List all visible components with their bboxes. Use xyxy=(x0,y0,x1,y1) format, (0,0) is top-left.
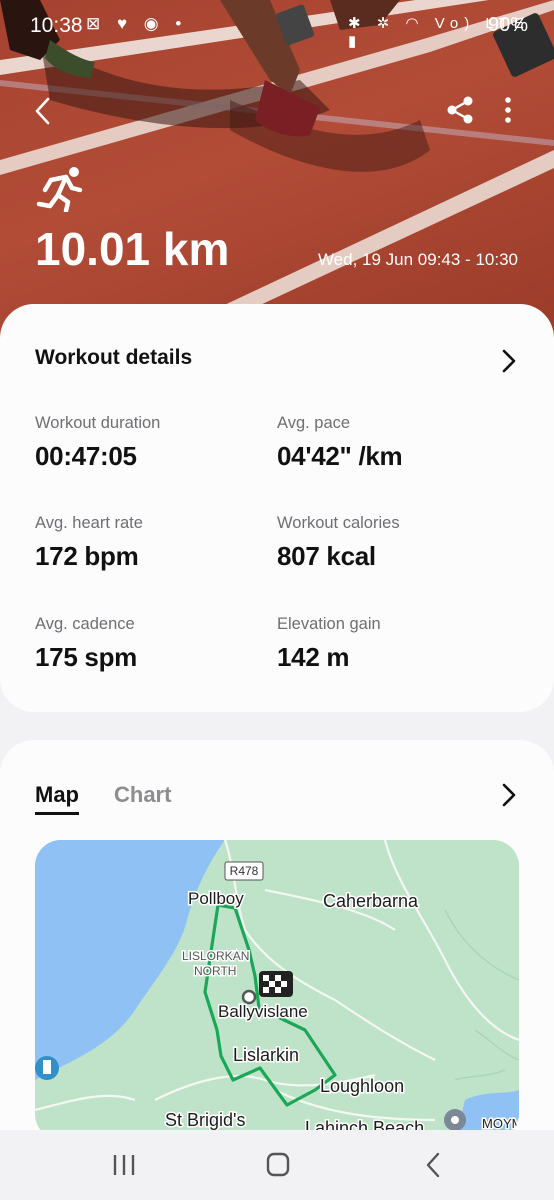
more-vertical-icon xyxy=(505,97,511,123)
stat-value: 175 spm xyxy=(35,642,137,672)
finish-flag-icon xyxy=(259,971,293,997)
home-button[interactable] xyxy=(258,1150,298,1180)
stat-value: 172 bpm xyxy=(35,541,139,571)
share-button[interactable] xyxy=(444,92,478,128)
chevron-right-icon xyxy=(502,349,516,373)
stat-value: 00:47:05 xyxy=(35,441,137,471)
workout-date-time: Wed, 19 Jun 09:43 - 10:30 xyxy=(317,250,518,269)
map-canvas: R478 Pollboy Caherbarna LISLORKAN NORTH … xyxy=(35,840,519,1140)
workout-distance: 10.01 km xyxy=(35,223,230,275)
stat-label: Avg. heart rate xyxy=(35,514,143,532)
stat-workout-duration: Workout duration 00:47:05 xyxy=(35,414,265,472)
road-sign-label: R478 xyxy=(230,864,259,878)
stat-label: Workout duration xyxy=(35,414,161,432)
recents-button[interactable] xyxy=(104,1150,144,1180)
stat-value: 04'42" /km xyxy=(277,441,403,471)
stat-label: Avg. pace xyxy=(277,414,351,432)
system-navigation-bar xyxy=(0,1130,554,1200)
tab-map[interactable]: Map xyxy=(35,782,79,815)
route-map[interactable]: R478 Pollboy Caherbarna LISLORKAN NORTH … xyxy=(35,840,519,1140)
stat-avg-pace: Avg. pace 04'42" /km xyxy=(277,414,507,472)
home-icon xyxy=(266,1152,290,1177)
stat-label: Elevation gain xyxy=(277,615,381,633)
status-bar: 10:38 ⊠ ♥ ◉ • ✱ ✲ ◠ Vo) LTE ▮ 90% xyxy=(0,0,554,52)
map-label-pollboy: Pollboy xyxy=(188,889,244,908)
map-label-st-brigids: St Brigid's xyxy=(165,1110,245,1130)
stat-workout-calories: Workout calories 807 kcal xyxy=(277,514,507,572)
stat-elevation-gain: Elevation gain 142 m xyxy=(277,615,507,673)
system-back-button[interactable] xyxy=(414,1150,454,1180)
back-button[interactable] xyxy=(26,92,64,130)
map-label-loughloon: Loughloon xyxy=(320,1076,404,1096)
map-open-button[interactable] xyxy=(494,780,524,810)
map-label-north: NORTH xyxy=(194,964,236,978)
back-icon xyxy=(426,1152,440,1178)
map-label-moym: MOYM xyxy=(482,1116,519,1131)
running-icon xyxy=(36,167,83,212)
workout-details-open-button[interactable] xyxy=(494,346,524,376)
chevron-right-icon xyxy=(502,783,516,807)
stat-value: 807 kcal xyxy=(277,541,376,571)
stat-label: Avg. cadence xyxy=(35,615,135,633)
workout-details-title: Workout details xyxy=(35,346,193,369)
map-label-lislarkin: Lislarkin xyxy=(233,1045,299,1065)
stat-avg-cadence: Avg. cadence 175 spm xyxy=(35,615,265,673)
recents-icon xyxy=(113,1155,135,1175)
map-label-lislorkan: LISLORKAN xyxy=(182,949,249,963)
stat-value: 142 m xyxy=(277,642,350,672)
stat-label: Workout calories xyxy=(277,514,400,532)
more-options-button[interactable] xyxy=(494,92,522,128)
battery-level: 90% xyxy=(487,14,528,36)
stat-avg-heart-rate: Avg. heart rate 172 bpm xyxy=(35,514,265,572)
notification-icons: ⊠ ♥ ◉ • xyxy=(86,14,188,33)
status-time: 10:38 xyxy=(30,14,83,37)
map-label-ballyvislane: Ballyvislane xyxy=(218,1002,308,1021)
chevron-left-icon xyxy=(35,97,50,125)
workout-details-card: Workout details Workout duration 00:47:0… xyxy=(0,304,554,712)
share-icon xyxy=(447,96,473,124)
tab-chart[interactable]: Chart xyxy=(114,782,171,808)
hero-banner: 10:38 ⊠ ♥ ◉ • ✱ ✲ ◠ Vo) LTE ▮ 90% 10.01 … xyxy=(0,0,554,340)
map-label-caherbarna: Caherbarna xyxy=(323,891,419,911)
